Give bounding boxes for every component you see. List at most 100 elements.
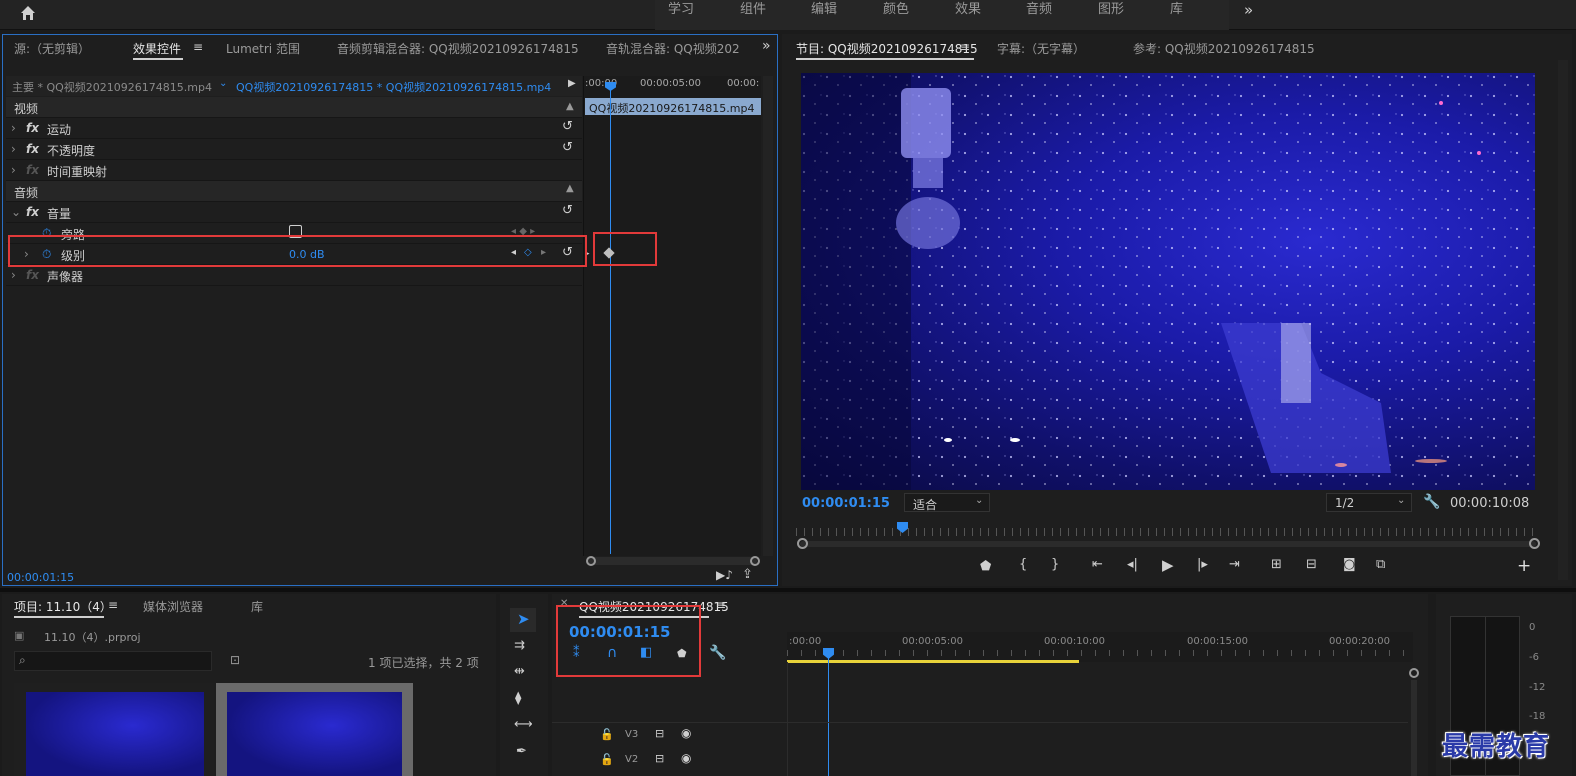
active-tab-indicator — [14, 616, 104, 618]
tab-program[interactable]: 节目: QQ视频20210926174815 — [796, 40, 978, 57]
meter-tick-12: -12 — [1529, 682, 1546, 693]
effect-volume-row[interactable]: ⌄ fx 音量 ↺ — [6, 202, 582, 223]
scroll-handle-left[interactable] — [586, 556, 596, 566]
monitor-zoom-bar[interactable] — [800, 541, 1536, 547]
track-select-icon[interactable]: ⇉ — [514, 638, 525, 653]
ec-current-time[interactable]: 00:00:01:15 — [7, 571, 74, 584]
panel-menu-icon[interactable]: ≡ — [193, 40, 203, 54]
play-audio-icon[interactable]: ▶♪ — [716, 568, 733, 582]
pen-icon[interactable]: ✒ — [516, 744, 527, 759]
timeline-vscrollbar[interactable] — [1411, 680, 1417, 776]
effect-time-remap-row[interactable]: › fx 时间重映射 — [6, 160, 582, 181]
selection-tool[interactable]: ➤ — [510, 608, 536, 632]
tab-source[interactable]: 源:（无剪辑） — [14, 40, 90, 57]
tab-effect-controls[interactable]: 效果控件 — [133, 40, 181, 57]
tab-project[interactable]: 项目: 11.10（4） — [14, 598, 112, 615]
zoom-handle-right[interactable] — [1529, 538, 1540, 549]
search-icon: ⌕ — [19, 653, 26, 667]
razor-icon[interactable]: ⧫ — [515, 691, 521, 706]
tab-reference[interactable]: 参考: QQ视频20210926174815 — [1133, 40, 1315, 57]
wrench-icon[interactable]: 🔧 — [1423, 494, 1440, 510]
work-area-bar[interactable] — [787, 660, 1079, 663]
panel-overflow-icon[interactable]: » — [762, 38, 771, 54]
zoom-handle-left[interactable] — [797, 538, 808, 549]
vertical-scrollbar[interactable] — [763, 76, 773, 556]
workspace-assembly[interactable]: 组件 — [740, 0, 766, 30]
go-to-in-icon[interactable]: ⇤ — [1092, 557, 1103, 572]
project-search-input[interactable]: ⌕ — [14, 651, 212, 671]
export-icon[interactable]: ⇪ — [742, 567, 753, 582]
mark-out-icon[interactable]: } — [1051, 557, 1059, 572]
tab-media-browser[interactable]: 媒体浏览器 — [143, 598, 203, 615]
meter-tick-0: 0 — [1529, 622, 1536, 633]
track-header-v2[interactable]: 🔓 V2 ⊟ ◉ — [552, 748, 787, 773]
scroll-handle-right[interactable] — [750, 556, 760, 566]
monitor-scrollbar[interactable] — [1558, 60, 1568, 580]
tab-libraries[interactable]: 库 — [251, 598, 263, 615]
play-triangle-icon[interactable]: ▶ — [568, 78, 576, 89]
timeline-playhead-line[interactable] — [828, 656, 829, 776]
timeline-scroll-handle[interactable] — [1409, 668, 1419, 678]
tab-audio-track-mixer[interactable]: 音轨混合器: QQ视频202 — [606, 40, 740, 57]
ripple-edit-icon[interactable]: ⇹ — [514, 664, 525, 679]
panel-menu-icon[interactable]: ≡ — [108, 598, 118, 612]
playhead-line[interactable] — [610, 84, 611, 554]
eye-icon[interactable]: ◉ — [681, 751, 691, 765]
more-workspaces-icon[interactable]: » — [1244, 0, 1253, 30]
lock-icon[interactable]: 🔓 — [600, 728, 614, 741]
fit-dropdown[interactable]: 适合 ⌄ — [904, 493, 990, 512]
meter-tick-6: -6 — [1529, 652, 1539, 663]
add-button-icon[interactable]: + — [1517, 556, 1531, 576]
eye-icon[interactable]: ◉ — [681, 726, 691, 740]
tab-lumetri-scopes[interactable]: Lumetri 范围 — [226, 40, 300, 57]
meter-tick-18: -18 — [1529, 711, 1546, 722]
horizontal-scrollbar[interactable] — [587, 557, 757, 565]
timeline-settings-icon[interactable]: 🔧 — [709, 645, 726, 661]
workspace-audio[interactable]: 音频 — [1026, 0, 1052, 30]
panel-divider[interactable] — [0, 588, 1576, 592]
sync-lock-icon[interactable]: ⊟ — [655, 727, 664, 740]
tab-captions[interactable]: 字幕:（无字幕） — [997, 40, 1085, 57]
thumbnail-image — [227, 692, 402, 776]
new-bin-icon[interactable]: ⊡ — [230, 653, 240, 667]
workspace-editing[interactable]: 编辑 — [811, 0, 837, 30]
resolution-dropdown[interactable]: 1/2 ⌄ — [1326, 493, 1412, 512]
slip-icon[interactable]: ⟷ — [514, 717, 533, 732]
track-header-v3[interactable]: 🔓 V3 ⊟ ◉ — [552, 723, 787, 748]
chevron-down-icon[interactable]: ⌄ — [219, 78, 227, 89]
lift-icon[interactable]: ⊞ — [1271, 557, 1282, 572]
lock-icon[interactable]: 🔓 — [600, 753, 614, 766]
panel-menu-icon[interactable]: ≡ — [960, 40, 970, 54]
step-back-icon[interactable]: ◂| — [1127, 557, 1138, 572]
program-timecode[interactable]: 00:00:01:15 — [802, 496, 890, 511]
workspace-learn[interactable]: 学习 — [668, 0, 694, 30]
track-area-border — [787, 662, 788, 776]
sequence-clip-label[interactable]: QQ视频20210926174815 * QQ视频20210926174815.… — [236, 79, 551, 95]
effect-opacity-row[interactable]: › fx 不透明度 ↺ — [6, 139, 582, 160]
effect-panner-row[interactable]: › fx 声像器 — [6, 265, 582, 286]
workspace-graphics[interactable]: 图形 — [1098, 0, 1124, 30]
project-item-thumb-1[interactable] — [14, 683, 214, 776]
marker-icon[interactable]: ⬟ — [980, 559, 991, 574]
camera-icon[interactable]: ◙ — [1343, 557, 1356, 572]
effect-motion-row[interactable]: › fx 运动 ↺ — [6, 118, 582, 139]
sync-lock-icon[interactable]: ⊟ — [655, 752, 664, 765]
project-item-thumb-2[interactable] — [216, 683, 413, 776]
play-icon[interactable]: ▶ — [1162, 556, 1174, 574]
workspace-effects[interactable]: 效果 — [955, 0, 981, 30]
highlight-level-row — [8, 235, 587, 267]
compare-icon[interactable]: ⧉ — [1376, 557, 1385, 572]
workspace-libraries[interactable]: 库 — [1170, 0, 1183, 30]
tab-audio-clip-mixer[interactable]: 音频剪辑混合器: QQ视频20210926174815 — [337, 40, 579, 57]
go-to-out-icon[interactable]: ⇥ — [1229, 557, 1240, 572]
mark-in-icon[interactable]: { — [1019, 557, 1027, 572]
video-frame[interactable] — [801, 73, 1535, 490]
monitor-ruler[interactable] — [796, 528, 1540, 536]
master-clip-label[interactable]: 主要 * QQ视频20210926174815.mp4 — [12, 79, 212, 95]
collapse-icon[interactable]: ▲ — [566, 101, 574, 112]
workspace-color[interactable]: 颜色 — [883, 0, 909, 30]
home-icon[interactable] — [18, 3, 38, 23]
step-forward-icon[interactable]: |▸ — [1197, 557, 1208, 572]
extract-icon[interactable]: ⊟ — [1306, 557, 1317, 572]
panel-menu-icon[interactable]: ≡ — [716, 598, 726, 612]
